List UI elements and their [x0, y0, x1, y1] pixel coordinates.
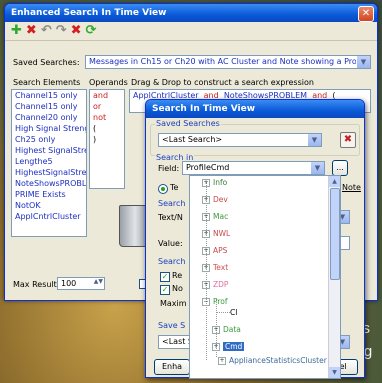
list-item[interactable]: ApplCntrlCluster	[12, 211, 86, 222]
note-checkbox[interactable]: ✓	[160, 285, 170, 295]
clear-all-icon[interactable]: ✖	[71, 24, 82, 38]
inner-window-title: Search In Time View	[152, 104, 256, 114]
text-n-label: Text/N	[158, 213, 183, 222]
field-browse-button[interactable]: ...	[332, 160, 348, 176]
enhanced-button[interactable]: Enha	[154, 359, 190, 375]
drag-drop-label: Drag & Drop to construct a search expres…	[131, 78, 314, 87]
redo-icon[interactable]: ↷	[56, 24, 67, 38]
list-item[interactable]: (	[90, 123, 124, 134]
tree-node-dev[interactable]: + Dev	[202, 195, 228, 204]
spinner-arrows-icon[interactable]: ▲▼	[94, 278, 103, 285]
delete-saved-button[interactable]: ✖	[340, 132, 356, 148]
tree-node-zdp[interactable]: + ZDP	[202, 280, 228, 289]
list-item[interactable]: NoteShowsPROBLEM	[12, 178, 86, 189]
list-item[interactable]: PRIME Exists	[12, 189, 86, 200]
window-title: Enhanced Search In Time View	[11, 8, 167, 18]
scroll-down-icon[interactable]: ▼	[329, 367, 340, 378]
tree-node-cmd[interactable]: + Cmd	[212, 342, 245, 351]
saved-searches-select[interactable]: Messages in Ch15 or Ch20 with AC Cluster…	[85, 55, 371, 69]
list-item[interactable]: High Signal Strength	[12, 123, 86, 134]
inner-saved-select[interactable]: <Last Search> ▼	[158, 133, 322, 147]
tree-node-cmd-label: Cmd	[223, 342, 245, 351]
list-item[interactable]: Highest SignalStrength	[12, 145, 86, 156]
list-item[interactable]: or	[90, 101, 124, 112]
list-item[interactable]: )	[90, 134, 124, 145]
search-elements-label: Search Elements	[13, 78, 81, 87]
expand-icon: +	[202, 179, 210, 187]
chevron-down-icon[interactable]: ▼	[311, 162, 324, 174]
expand-icon: +	[218, 357, 226, 365]
saved-searches-group-title: Saved Searches	[155, 119, 221, 128]
expand-icon: +	[212, 343, 220, 351]
operands-label: Operands	[89, 78, 128, 87]
recursive-label: Re	[172, 271, 183, 280]
field-label: Field:	[158, 164, 180, 173]
saved-searches-label: Saved Searches:	[13, 58, 80, 67]
tree-node-cl[interactable]: Cl	[230, 308, 237, 317]
expand-icon: +	[202, 281, 210, 289]
delete-icon: ✖	[343, 134, 353, 145]
tree-guide-line	[216, 312, 230, 313]
field-tree-dropdown[interactable]: + Info + Dev + Mac + NWL + APS + Text + ZDP − Pr…	[189, 175, 341, 379]
tree-node-mac[interactable]: + Mac	[202, 212, 228, 221]
close-button[interactable]: ✕	[358, 6, 374, 22]
toolbar: ✚ ✖ ↶ ↷ ✖ ⟳	[5, 22, 377, 41]
expand-icon: +	[202, 213, 210, 221]
search-label: Search	[158, 199, 186, 208]
tree-node-text[interactable]: + Text	[202, 263, 228, 272]
value-label: Value:	[158, 239, 183, 248]
note-checkbox-label: No	[172, 284, 183, 293]
add-icon[interactable]: ✚	[11, 24, 22, 38]
tree-node-info[interactable]: + Info	[202, 178, 227, 187]
search2-label: Search	[158, 257, 186, 266]
text-radio-label: Te	[170, 183, 179, 192]
inner-saved-value: <Last Search>	[162, 135, 223, 144]
list-item[interactable]: NotOK	[12, 200, 86, 211]
tree-node-prof[interactable]: − Prof	[202, 297, 228, 306]
close-icon: ✕	[361, 8, 371, 19]
list-item[interactable]: Lengthe5	[12, 156, 86, 167]
list-item[interactable]: not	[90, 112, 124, 123]
scroll-up-icon[interactable]: ▲	[329, 176, 340, 187]
field-value: ProfileCmd	[186, 163, 230, 172]
expand-icon: +	[202, 196, 210, 204]
expand-icon: +	[202, 247, 210, 255]
saved-searches-value: Messages in Ch15 or Ch20 with AC Cluster…	[89, 57, 356, 66]
note-label: Note	[342, 183, 361, 192]
list-item[interactable]: Channel15 only	[12, 90, 86, 101]
list-item[interactable]: Channel15 only	[12, 101, 86, 112]
delete-icon[interactable]: ✖	[26, 24, 37, 38]
search-elements-list[interactable]: Channel15 only Channel15 only Channel20 …	[11, 89, 87, 237]
expand-icon: +	[212, 326, 220, 334]
undo-icon[interactable]: ↶	[41, 24, 52, 38]
chevron-down-icon[interactable]: ▼	[357, 56, 370, 68]
list-item[interactable]: and	[90, 90, 124, 101]
tree-node-data[interactable]: + Data	[212, 325, 241, 334]
expand-icon: −	[202, 298, 210, 306]
tree-scrollbar[interactable]: ▲ ▼	[328, 176, 340, 378]
tree-node-nwl[interactable]: + NWL	[202, 229, 230, 238]
recursive-checkbox[interactable]: ✓	[160, 272, 170, 282]
max-results-stepper[interactable]: 100 ▲▼	[57, 277, 105, 290]
run-search-icon[interactable]: ⟳	[86, 24, 97, 38]
tree-node-aps[interactable]: + APS	[202, 246, 227, 255]
list-item[interactable]: Ch25 only	[12, 134, 86, 145]
maximum-label: Maxim	[160, 299, 187, 308]
expand-icon: +	[202, 230, 210, 238]
tree-node-appliance[interactable]: + ApplianceStatisticsCluster	[218, 356, 327, 365]
window-title-bar[interactable]: Enhanced Search In Time View ✕	[5, 4, 377, 22]
expand-icon: +	[202, 264, 210, 272]
list-item[interactable]: Channel20 only	[12, 112, 86, 123]
field-select[interactable]: ProfileCmd ▼	[182, 161, 325, 175]
operands-list[interactable]: and or not ( )	[89, 89, 125, 189]
chevron-down-icon[interactable]: ▼	[308, 134, 321, 146]
list-item[interactable]: HighestSignalStrength	[12, 167, 86, 178]
scroll-thumb[interactable]	[330, 188, 340, 280]
save-search-select[interactable]: <Last S	[158, 335, 190, 349]
inner-title-bar[interactable]: Search In Time View	[146, 100, 364, 118]
max-results-value: 100	[61, 279, 77, 288]
text-radio[interactable]	[158, 184, 168, 194]
save-search-value: <Last S	[162, 337, 189, 346]
save-search-label: Save S	[158, 321, 186, 330]
